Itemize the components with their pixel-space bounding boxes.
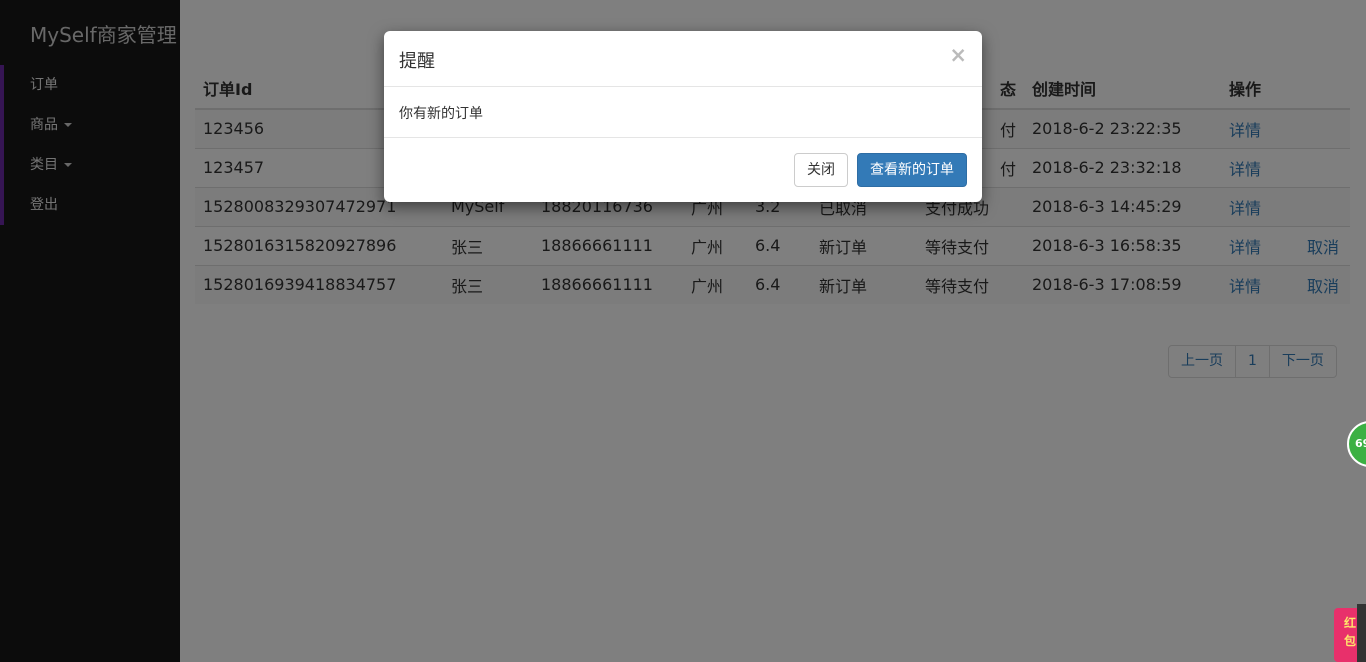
- side-scrollbar[interactable]: [1357, 604, 1366, 662]
- modal-body: 你有新的订单: [384, 87, 982, 138]
- close-button[interactable]: 关闭: [794, 153, 848, 187]
- modal-footer: 关闭 查看新的订单: [384, 138, 982, 202]
- modal-header: 提醒 ×: [384, 31, 982, 87]
- new-order-modal: 提醒 × 你有新的订单 关闭 查看新的订单: [384, 31, 982, 202]
- close-icon[interactable]: ×: [949, 43, 967, 67]
- view-new-orders-button[interactable]: 查看新的订单: [857, 153, 967, 187]
- modal-title: 提醒: [399, 51, 435, 72]
